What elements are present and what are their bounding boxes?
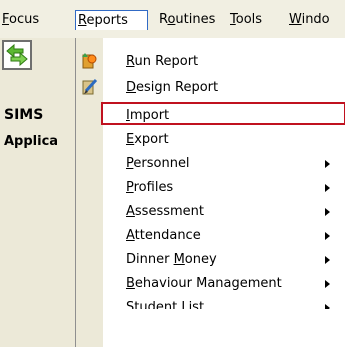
menu-item-export[interactable]: Export xyxy=(103,128,345,151)
submenu-arrow-icon xyxy=(325,208,330,216)
menu-window-label: W xyxy=(289,12,302,27)
menu-item-dinner-money[interactable]: Dinner Money xyxy=(103,248,345,271)
submenu-arrow-icon xyxy=(325,256,330,264)
menu-item-label: A xyxy=(126,228,135,243)
sims-title: SIMS xyxy=(4,107,44,123)
menu-bar: Focus Reports Routines Tools Windo xyxy=(0,0,345,38)
menu-item-assessment[interactable]: Assessment xyxy=(103,200,345,223)
menu-reports[interactable]: Reports xyxy=(75,10,148,30)
menu-item-label: A xyxy=(126,204,135,219)
menu-reports-label: eports xyxy=(86,13,128,28)
menu-item-personnel[interactable]: Personnel xyxy=(103,152,345,175)
menu-item-profiles[interactable]: Profiles xyxy=(103,176,345,199)
menu-item-label: M xyxy=(173,252,185,267)
menu-window-label: indo xyxy=(301,12,330,27)
menu-tools-label: ools xyxy=(235,12,263,27)
application-label: Applica xyxy=(4,134,59,149)
menu-item-attendance[interactable]: Attendance xyxy=(103,224,345,247)
menu-item-run-report[interactable]: Run Report xyxy=(103,50,345,73)
back-forward-arrows-icon xyxy=(6,43,28,67)
menu-item-student-list[interactable]: Student List xyxy=(103,296,345,309)
menu-item-label: ersonnel xyxy=(133,156,190,171)
menu-routines-label: utines xyxy=(175,12,216,27)
submenu-arrow-icon xyxy=(325,184,330,192)
submenu-arrow-icon xyxy=(325,160,330,168)
submenu-arrow-icon xyxy=(325,232,330,240)
submenu-arrow-icon xyxy=(325,280,330,288)
menu-item-label: ehaviour Management xyxy=(134,276,282,291)
menu-item-label: B xyxy=(126,276,135,291)
left-panel: SIMS Applica xyxy=(0,38,75,347)
design-report-icon xyxy=(82,78,98,95)
menu-item-label: ssessment xyxy=(134,204,204,219)
menu-item-label: P xyxy=(126,180,134,195)
menu-item-label: mport xyxy=(129,108,170,123)
menu-item-import[interactable]: Import xyxy=(101,102,345,125)
menu-item-label: esign Report xyxy=(136,80,219,95)
submenu-arrow-icon xyxy=(325,304,330,309)
back-forward-button[interactable] xyxy=(2,40,32,70)
menu-tools[interactable]: Tools xyxy=(228,10,264,30)
menu-item-label: Dinner xyxy=(126,252,174,267)
run-report-icon xyxy=(82,53,97,69)
menu-item-label: xport xyxy=(134,132,169,147)
reports-dropdown-menu: Run Report Design Report Import Export P… xyxy=(75,38,345,347)
menu-item-label: D xyxy=(126,80,137,95)
menu-item-behaviour-management[interactable]: Behaviour Management xyxy=(103,272,345,295)
menu-window[interactable]: Windo xyxy=(287,10,345,30)
menu-item-label: E xyxy=(126,132,135,147)
menu-item-label: un Report xyxy=(134,54,199,69)
menu-focus-label: ocus xyxy=(9,12,40,27)
menu-item-design-report[interactable]: Design Report xyxy=(103,76,345,99)
menu-item-label: tudent List xyxy=(134,300,205,309)
menu-focus-label: F xyxy=(2,12,10,27)
menu-focus[interactable]: Focus xyxy=(0,10,41,30)
menu-item-label: ttendance xyxy=(134,228,201,243)
menu-item-label: oney xyxy=(184,252,217,267)
menu-item-label: rofiles xyxy=(133,180,174,195)
menu-routines[interactable]: Routines xyxy=(157,10,217,30)
